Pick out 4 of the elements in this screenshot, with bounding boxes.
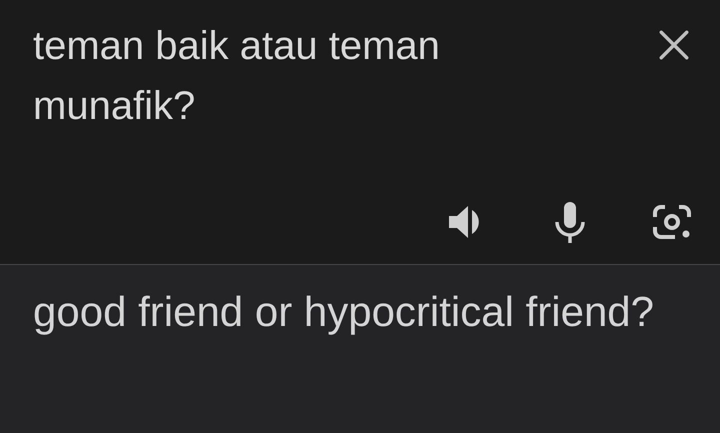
translation-text: good friend or hypocritical friend? [33, 287, 656, 337]
close-icon[interactable] [657, 28, 691, 62]
source-text: teman baik atau teman munafik? [33, 23, 441, 130]
microphone-icon[interactable] [553, 200, 587, 244]
